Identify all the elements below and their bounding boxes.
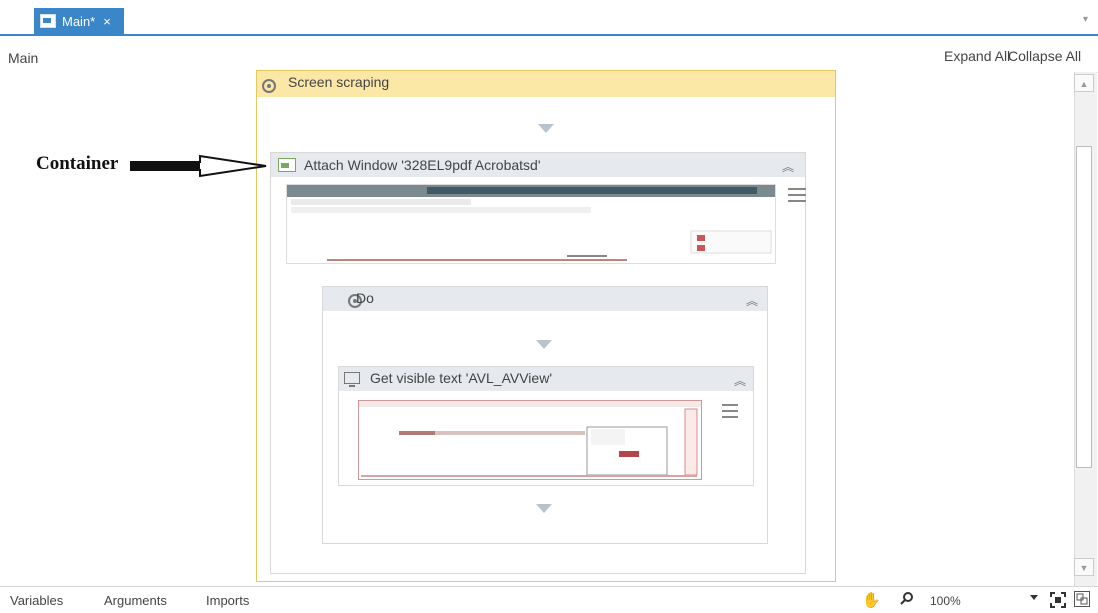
do-header[interactable] — [323, 287, 767, 311]
overview-icon[interactable] — [1074, 591, 1090, 607]
collapse-icon[interactable]: ︽ — [734, 372, 746, 389]
scroll-down-icon[interactable]: ▼ — [1074, 558, 1094, 576]
tab-overflow-icon[interactable]: ▾ — [1083, 14, 1088, 25]
tab-label: Main* — [62, 13, 96, 29]
app-screenshot-thumbnail — [287, 185, 775, 261]
arguments-tab[interactable]: Arguments — [104, 593, 167, 608]
collapse-icon[interactable]: ︽ — [782, 158, 794, 175]
fit-icon[interactable] — [1050, 592, 1066, 608]
drop-arrow-icon[interactable] — [538, 124, 554, 133]
sequence-title: Screen scraping — [288, 74, 390, 90]
get-visible-text-screenshot — [358, 400, 702, 480]
window-icon — [278, 158, 296, 172]
attach-window-screenshot — [286, 184, 776, 264]
close-icon[interactable]: × — [103, 14, 111, 29]
drop-arrow-icon[interactable] — [536, 504, 552, 513]
attach-window-title: Attach Window '328EL9pdf Acrobatsd' — [304, 157, 541, 173]
drop-arrow-icon[interactable] — [536, 340, 552, 349]
scroll-thumb[interactable] — [1076, 146, 1092, 468]
imports-tab[interactable]: Imports — [206, 593, 249, 608]
zoom-level[interactable]: 100% — [930, 594, 961, 608]
element-screenshot-thumbnail — [359, 401, 701, 477]
breadcrumb[interactable]: Main — [8, 50, 38, 66]
monitor-icon — [344, 372, 360, 387]
tab-main[interactable]: Main* × — [34, 8, 124, 34]
hand-icon[interactable]: ✋ — [862, 591, 881, 609]
workflow-file-icon — [40, 14, 56, 28]
collapse-all-button[interactable]: Collapse All — [1008, 48, 1081, 64]
tab-strip: Main* × ▾ — [0, 0, 1098, 36]
annotation-arrow-icon — [130, 154, 267, 178]
gear-icon — [262, 78, 276, 93]
scroll-up-icon[interactable]: ▲ — [1074, 74, 1094, 92]
search-icon[interactable] — [900, 591, 914, 605]
expand-all-button[interactable]: Expand All — [944, 48, 1010, 64]
get-visible-text-title: Get visible text 'AVL_AVView' — [370, 370, 552, 386]
menu-icon[interactable] — [722, 404, 738, 420]
menu-icon[interactable] — [788, 188, 806, 206]
variables-tab[interactable]: Variables — [10, 593, 63, 608]
collapse-icon[interactable]: ︽ — [746, 292, 758, 309]
do-title: Do — [356, 290, 374, 306]
container-annotation-label: Container — [36, 153, 119, 174]
bottom-bar: Variables Arguments Imports ✋ 100% — [0, 586, 1098, 613]
chevron-down-icon[interactable] — [1030, 595, 1038, 600]
designer-header: Main Expand All Collapse All — [0, 36, 1098, 73]
